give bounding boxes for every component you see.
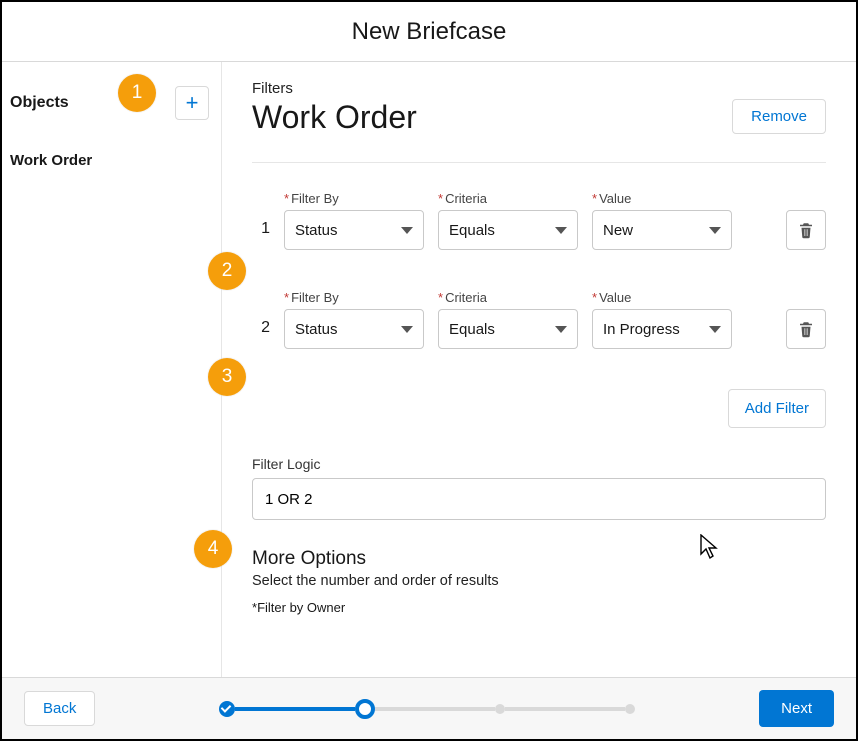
filter-by-label: *Filter By	[284, 191, 424, 206]
footer: Back Next	[2, 677, 856, 739]
more-options-subtitle: Select the number and order of results	[252, 573, 826, 589]
criteria-label: *Criteria	[438, 290, 578, 305]
chevron-down-icon	[401, 326, 413, 333]
filters-label: Filters	[252, 80, 826, 97]
value-label: *Value	[592, 191, 732, 206]
filter-by-owner-label: *Filter by Owner	[252, 600, 345, 615]
chevron-down-icon	[401, 227, 413, 234]
progress-step-3-icon	[495, 704, 505, 714]
progress-segment	[235, 707, 355, 711]
value-label: *Value	[592, 290, 732, 305]
filter-by-value: Status	[295, 321, 338, 338]
progress-step-2-current-icon	[355, 699, 375, 719]
next-button[interactable]: Next	[759, 690, 834, 727]
remove-button[interactable]: Remove	[732, 99, 826, 134]
chevron-down-icon	[709, 326, 721, 333]
sidebar: Objects + Work Order 1	[2, 62, 222, 677]
filter-by-value: Status	[295, 222, 338, 239]
delete-filter-button[interactable]	[786, 309, 826, 349]
progress-step-1-complete-icon	[219, 701, 235, 717]
progress-indicator	[107, 699, 747, 719]
modal-title: New Briefcase	[2, 2, 856, 62]
progress-step-4-icon	[625, 704, 635, 714]
sidebar-header: Objects +	[2, 68, 221, 138]
plus-icon: +	[186, 92, 199, 114]
value-value: New	[603, 222, 633, 239]
trash-icon	[797, 221, 815, 239]
add-object-button[interactable]: +	[175, 86, 209, 120]
heading-row: Work Order Remove	[252, 99, 826, 136]
filter-row: 1 *Filter By Status *Criteria Equals	[252, 191, 826, 250]
filter-by-select[interactable]: Status	[284, 210, 424, 250]
add-filter-row: Add Filter	[252, 389, 826, 428]
modal-window: New Briefcase Objects + Work Order 1 Fil…	[0, 0, 858, 741]
add-filter-button[interactable]: Add Filter	[728, 389, 826, 428]
value-select[interactable]: New	[592, 210, 732, 250]
main-scroll[interactable]: Filters Work Order Remove 1 *Filter By S…	[222, 62, 856, 677]
criteria-value: Equals	[449, 222, 495, 239]
filter-row: 2 *Filter By Status *Criteria Equals	[252, 290, 826, 349]
sidebar-heading: Objects	[10, 94, 69, 112]
criteria-label: *Criteria	[438, 191, 578, 206]
more-options-title: More Options	[252, 548, 826, 570]
criteria-value: Equals	[449, 321, 495, 338]
chevron-down-icon	[555, 227, 567, 234]
filter-row-number: 1	[252, 220, 270, 250]
filter-logic-label: Filter Logic	[252, 456, 826, 472]
trash-icon	[797, 320, 815, 338]
filter-by-label: *Filter By	[284, 290, 424, 305]
modal-body: Objects + Work Order 1 Filters Work Orde…	[2, 62, 856, 677]
chevron-down-icon	[709, 227, 721, 234]
criteria-select[interactable]: Equals	[438, 210, 578, 250]
object-heading: Work Order	[252, 99, 417, 136]
progress-segment	[505, 707, 625, 711]
criteria-select[interactable]: Equals	[438, 309, 578, 349]
progress-segment	[375, 707, 495, 711]
filter-logic-input[interactable]	[252, 478, 826, 520]
divider	[252, 162, 826, 163]
back-button[interactable]: Back	[24, 691, 95, 726]
sidebar-item-work-order[interactable]: Work Order	[2, 138, 221, 183]
value-select[interactable]: In Progress	[592, 309, 732, 349]
filter-row-number: 2	[252, 319, 270, 349]
value-value: In Progress	[603, 321, 680, 338]
filter-by-select[interactable]: Status	[284, 309, 424, 349]
more-options-section: More Options Select the number and order…	[252, 548, 826, 617]
delete-filter-button[interactable]	[786, 210, 826, 250]
main-panel: Filters Work Order Remove 1 *Filter By S…	[222, 62, 856, 677]
chevron-down-icon	[555, 326, 567, 333]
